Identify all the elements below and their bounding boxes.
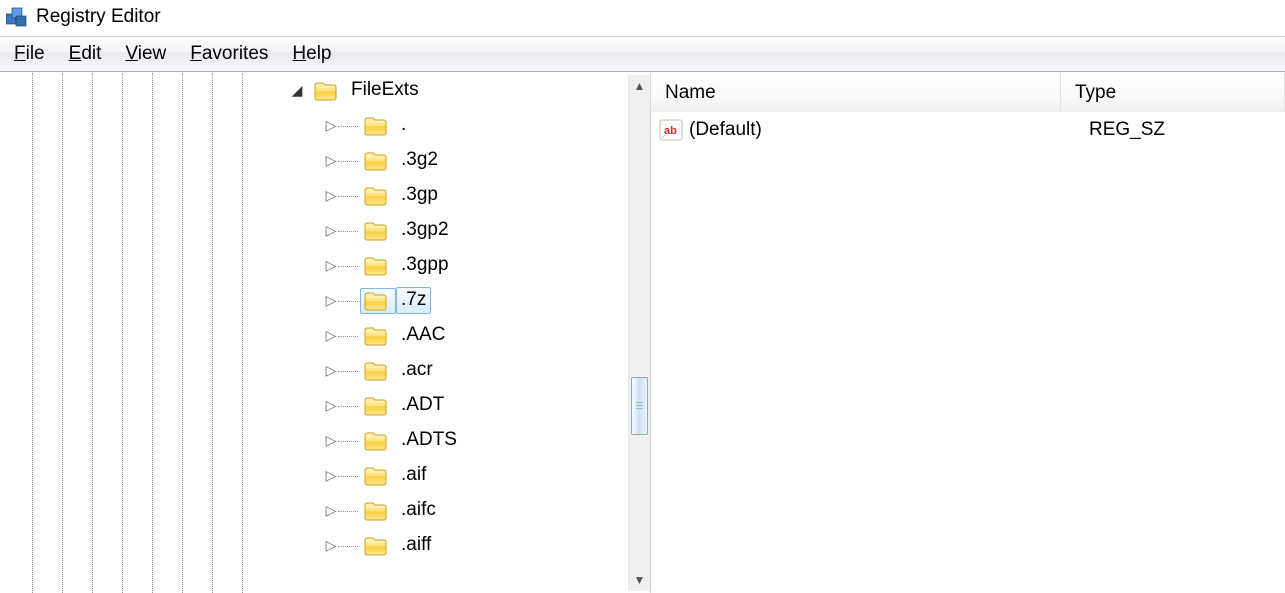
tree-item[interactable]: ▷ .aif bbox=[0, 458, 628, 493]
list-row[interactable]: (Default)REG_SZ bbox=[651, 113, 1285, 147]
tree-item-label: .ADTS bbox=[396, 427, 462, 454]
tree-item-label: .3gp bbox=[396, 182, 443, 209]
folder-icon bbox=[360, 183, 396, 209]
tree-item-label: .3g2 bbox=[396, 147, 443, 174]
folder-icon bbox=[360, 288, 396, 314]
tree-item[interactable]: ▷ .7z bbox=[0, 283, 628, 318]
value-name: (Default) bbox=[689, 119, 1089, 141]
tree-item[interactable]: ▷ .3gp bbox=[0, 178, 628, 213]
tree-item-label: .7z bbox=[396, 287, 431, 314]
expand-icon[interactable]: ▷ bbox=[324, 397, 338, 414]
tree-connector bbox=[338, 283, 360, 318]
expand-icon[interactable]: ▷ bbox=[324, 257, 338, 274]
folder-icon bbox=[360, 323, 396, 349]
window-title: Registry Editor bbox=[36, 6, 161, 28]
expand-icon[interactable]: ▷ bbox=[324, 152, 338, 169]
tree-connector bbox=[338, 493, 360, 528]
collapse-icon[interactable]: ◢ bbox=[290, 82, 304, 99]
tree-item-label: .3gp2 bbox=[396, 217, 454, 244]
tree-connector bbox=[338, 528, 360, 563]
folder-icon bbox=[360, 253, 396, 279]
tree-view[interactable]: ◢FileExts▷.▷.3g2▷.3gp▷.3gp2▷.3gpp▷.7z▷.A… bbox=[0, 73, 628, 593]
tree-item-label: .acr bbox=[396, 357, 438, 384]
tree-item[interactable]: ▷ .acr bbox=[0, 353, 628, 388]
menu-favorites[interactable]: Favorites bbox=[180, 39, 278, 69]
scroll-down-icon[interactable]: ▼ bbox=[629, 569, 650, 591]
menu-file[interactable]: File bbox=[4, 39, 55, 69]
tree-item[interactable]: ▷ .ADT bbox=[0, 388, 628, 423]
tree-connector bbox=[338, 108, 360, 143]
tree-item[interactable]: ▷ .AAC bbox=[0, 318, 628, 353]
expand-icon[interactable]: ▷ bbox=[324, 292, 338, 309]
expand-icon[interactable]: ▷ bbox=[324, 327, 338, 344]
tree-item-fileexts[interactable]: ◢ FileExts bbox=[0, 73, 628, 108]
client-area: ◢FileExts▷.▷.3g2▷.3gp▷.3gp2▷.3gpp▷.7z▷.A… bbox=[0, 72, 1285, 593]
tree-item-label: .aiff bbox=[396, 532, 436, 559]
folder-icon bbox=[360, 358, 396, 384]
tree-item[interactable]: ▷ .3gp2 bbox=[0, 213, 628, 248]
expand-icon[interactable]: ▷ bbox=[324, 467, 338, 484]
folder-icon bbox=[360, 393, 396, 419]
folder-icon bbox=[360, 533, 396, 559]
registry-editor-window: Registry Editor File Edit View Favorites… bbox=[0, 0, 1285, 593]
scroll-track[interactable] bbox=[629, 97, 650, 569]
tree-connector bbox=[338, 178, 360, 213]
tree-connector bbox=[338, 248, 360, 283]
tree-item[interactable]: ▷. bbox=[0, 108, 628, 143]
tree-connector bbox=[338, 388, 360, 423]
expand-icon[interactable]: ▷ bbox=[324, 117, 338, 134]
tree-connector bbox=[338, 143, 360, 178]
menu-view[interactable]: View bbox=[115, 39, 176, 69]
tree-item[interactable]: ▷ .ADTS bbox=[0, 423, 628, 458]
tree-connector bbox=[338, 353, 360, 388]
menu-bar: File Edit View Favorites Help bbox=[0, 36, 1285, 72]
folder-icon bbox=[360, 113, 396, 139]
vertical-scrollbar[interactable]: ▲ ▼ bbox=[628, 75, 650, 591]
expand-icon[interactable]: ▷ bbox=[324, 432, 338, 449]
scroll-thumb[interactable] bbox=[631, 377, 648, 435]
tree-item[interactable]: ▷ .3g2 bbox=[0, 143, 628, 178]
menu-edit[interactable]: Edit bbox=[59, 39, 112, 69]
tree-pane: ◢FileExts▷.▷.3g2▷.3gp▷.3gp2▷.3gpp▷.7z▷.A… bbox=[0, 73, 651, 593]
tree-item-label: FileExts bbox=[346, 77, 424, 104]
folder-icon bbox=[310, 78, 346, 104]
tree-connector bbox=[338, 318, 360, 353]
tree-item-label: .AAC bbox=[396, 322, 450, 349]
tree-item-label: . bbox=[396, 112, 411, 139]
tree-item-label: .aif bbox=[396, 462, 431, 489]
tree-item-label: .3gpp bbox=[396, 252, 454, 279]
tree-connector bbox=[338, 213, 360, 248]
folder-icon bbox=[360, 218, 396, 244]
expand-icon[interactable]: ▷ bbox=[324, 362, 338, 379]
folder-icon bbox=[360, 498, 396, 524]
tree-item[interactable]: ▷ .aifc bbox=[0, 493, 628, 528]
list-pane: Name Type (Default)REG_SZ bbox=[651, 73, 1285, 593]
folder-icon bbox=[360, 428, 396, 454]
expand-icon[interactable]: ▷ bbox=[324, 537, 338, 554]
expand-icon[interactable]: ▷ bbox=[324, 187, 338, 204]
expand-icon[interactable]: ▷ bbox=[324, 222, 338, 239]
string-value-icon bbox=[659, 119, 683, 141]
column-header-name[interactable]: Name bbox=[651, 73, 1061, 112]
scroll-up-icon[interactable]: ▲ bbox=[629, 75, 650, 97]
column-header-type[interactable]: Type bbox=[1061, 73, 1285, 112]
app-icon bbox=[6, 6, 28, 28]
tree-item-label: .ADT bbox=[396, 392, 449, 419]
value-type: REG_SZ bbox=[1089, 119, 1277, 141]
title-bar: Registry Editor bbox=[0, 0, 1285, 36]
menu-help[interactable]: Help bbox=[282, 39, 341, 69]
tree-item[interactable]: ▷ .3gpp bbox=[0, 248, 628, 283]
expand-icon[interactable]: ▷ bbox=[324, 502, 338, 519]
tree-item-label: .aifc bbox=[396, 497, 441, 524]
tree-connector bbox=[338, 423, 360, 458]
list-header: Name Type bbox=[651, 73, 1285, 113]
list-body[interactable]: (Default)REG_SZ bbox=[651, 113, 1285, 593]
tree-connector bbox=[338, 458, 360, 493]
tree-item[interactable]: ▷ .aiff bbox=[0, 528, 628, 563]
folder-icon bbox=[360, 463, 396, 489]
folder-icon bbox=[360, 148, 396, 174]
